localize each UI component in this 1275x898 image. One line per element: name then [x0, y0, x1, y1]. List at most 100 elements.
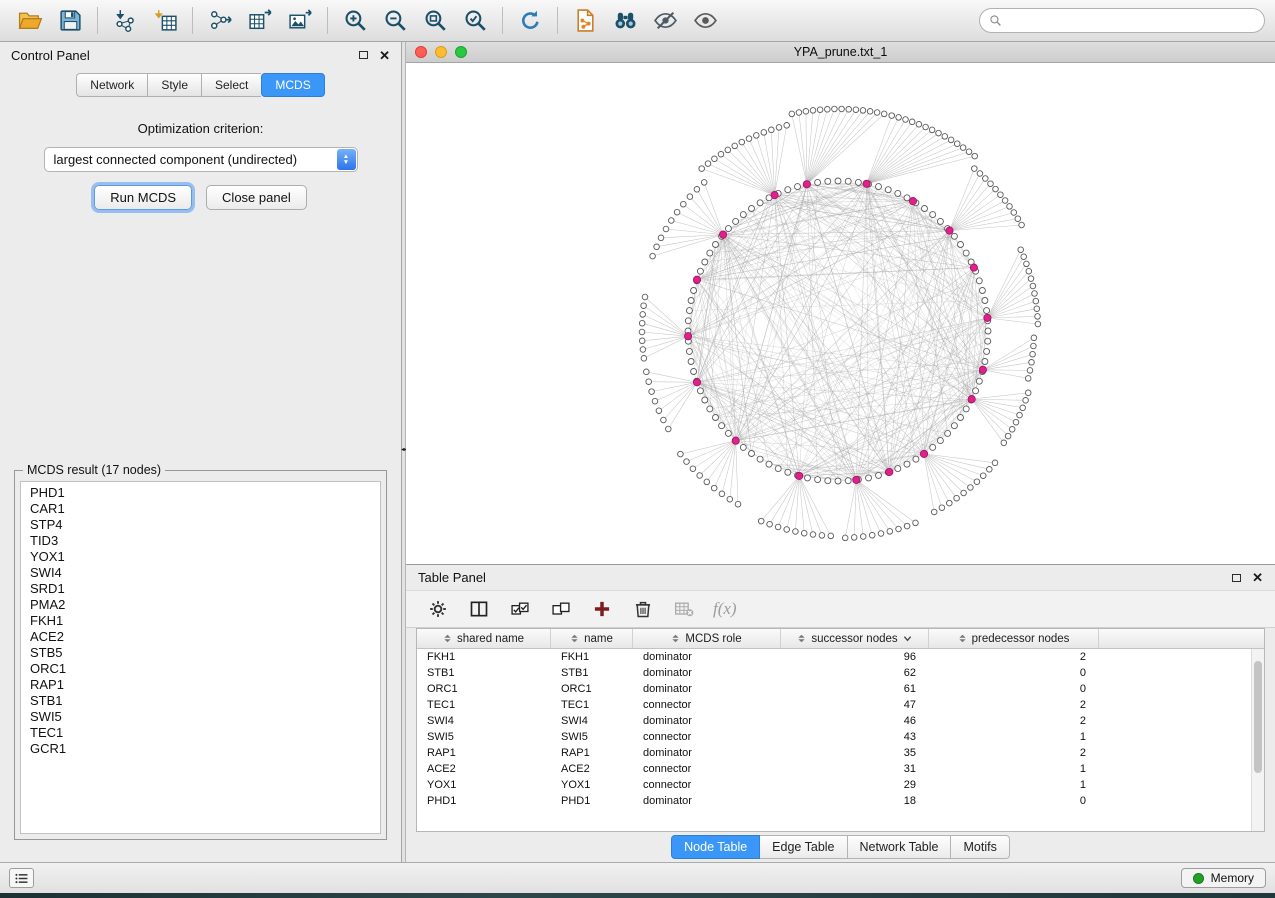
cell-predecessor-nodes: 2 [929, 715, 1099, 727]
export-table-button[interactable] [240, 4, 280, 38]
zoom-selected-button[interactable] [455, 4, 495, 38]
column-header-mcds-role[interactable]: MCDS role [633, 629, 781, 648]
memory-button[interactable]: Memory [1181, 868, 1266, 888]
mcds-result-item[interactable]: TEC1 [30, 725, 380, 741]
network-canvas[interactable] [406, 63, 1275, 564]
toolbar-separator [502, 7, 503, 34]
tab-edge-table[interactable]: Edge Table [760, 835, 847, 859]
table-scrollbar[interactable] [1251, 649, 1264, 831]
mcds-result-item[interactable]: STP4 [30, 517, 380, 533]
tab-network[interactable]: Network [76, 73, 147, 97]
search-box[interactable] [979, 8, 1265, 33]
add-column-icon [592, 599, 612, 619]
cell-shared-name: ORC1 [417, 683, 551, 695]
table-scrollbar-thumb[interactable] [1254, 661, 1262, 773]
mcds-result-item[interactable]: YOX1 [30, 549, 380, 565]
criterion-dropdown[interactable]: largest connected component (undirected)… [44, 147, 358, 172]
column-header-successor-nodes[interactable]: successor nodes [781, 629, 929, 648]
status-menu-button[interactable] [9, 868, 34, 888]
mcds-result-item[interactable]: RAP1 [30, 677, 380, 693]
mcds-result-item[interactable]: STB1 [30, 693, 380, 709]
mcds-result-item[interactable]: STB5 [30, 645, 380, 661]
node-table-row[interactable]: FKH1FKH1dominator962 [417, 649, 1251, 665]
save-button[interactable] [50, 4, 90, 38]
network-graph[interactable] [406, 63, 1274, 564]
network-document-button[interactable] [565, 4, 605, 38]
cell-successor-nodes: 47 [781, 699, 929, 711]
save-icon [58, 8, 83, 33]
node-table-row[interactable]: STB1STB1dominator620 [417, 665, 1251, 681]
column-header-name[interactable]: name [551, 629, 633, 648]
mcds-result-item[interactable]: SRD1 [30, 581, 380, 597]
mcds-result-item[interactable]: SWI5 [30, 709, 380, 725]
node-table-row[interactable]: SWI4SWI4dominator462 [417, 713, 1251, 729]
zoom-window-button[interactable] [455, 46, 467, 58]
tab-motifs[interactable]: Motifs [951, 835, 1009, 859]
function-builder-button[interactable]: f(x) [713, 597, 737, 621]
mcds-result-item[interactable]: CAR1 [30, 501, 380, 517]
cell-name: SWI5 [551, 731, 633, 743]
mcds-result-item[interactable]: PMA2 [30, 597, 380, 613]
node-table-row[interactable]: PHD1PHD1dominator180 [417, 793, 1251, 809]
mcds-result-item[interactable]: SWI4 [30, 565, 380, 581]
tab-mcds[interactable]: MCDS [261, 73, 324, 97]
search-network-button[interactable] [605, 4, 645, 38]
cell-name: YOX1 [551, 779, 633, 791]
zoom-fit-button[interactable] [415, 4, 455, 38]
mcds-result-item[interactable]: GCR1 [30, 741, 380, 757]
import-table-button[interactable] [145, 4, 185, 38]
tab-select[interactable]: Select [201, 73, 261, 97]
mcds-result-item[interactable]: TID3 [30, 533, 380, 549]
node-table-row[interactable]: TEC1TEC1connector472 [417, 697, 1251, 713]
mcds-result-item[interactable]: PHD1 [30, 485, 380, 501]
run-mcds-button[interactable]: Run MCDS [94, 185, 192, 210]
close-panel-button[interactable]: Close panel [206, 185, 307, 210]
float-table-panel-icon[interactable] [1232, 574, 1241, 582]
cell-successor-nodes: 43 [781, 731, 929, 743]
zoom-in-button[interactable] [335, 4, 375, 38]
tab-style[interactable]: Style [147, 73, 201, 97]
column-header-shared-name[interactable]: shared name [417, 629, 551, 648]
network-window-titlebar[interactable]: YPA_prune.txt_1 [406, 42, 1275, 63]
add-column-button[interactable] [590, 597, 614, 621]
delete-table-button[interactable] [672, 597, 696, 621]
node-table-row[interactable]: RAP1RAP1dominator352 [417, 745, 1251, 761]
select-all-button[interactable] [508, 597, 532, 621]
refresh-layout-button[interactable] [510, 4, 550, 38]
cell-mcds-role: dominator [633, 715, 781, 727]
deselect-all-button[interactable] [549, 597, 573, 621]
mcds-result-list[interactable]: PHD1CAR1STP4TID3YOX1SWI4SRD1PMA2FKH1ACE2… [20, 481, 381, 834]
open-folder-button[interactable] [10, 4, 50, 38]
node-table-row[interactable]: ACE2ACE2connector311 [417, 761, 1251, 777]
column-header-predecessor-nodes[interactable]: predecessor nodes [929, 629, 1099, 648]
control-panel-header: Control Panel ✕ [0, 42, 401, 68]
table-toolbar: f(x) [406, 590, 1275, 628]
tab-node-table[interactable]: Node Table [671, 835, 760, 859]
import-network-button[interactable] [105, 4, 145, 38]
sort-icon [671, 634, 680, 643]
node-table-row[interactable]: SWI5SWI5connector431 [417, 729, 1251, 745]
mcds-result-item[interactable]: ORC1 [30, 661, 380, 677]
close-window-button[interactable] [415, 46, 427, 58]
zoom-out-button[interactable] [375, 4, 415, 38]
float-panel-icon[interactable] [359, 51, 368, 59]
hide-elements-button[interactable] [645, 4, 685, 38]
mcds-result-item[interactable]: ACE2 [30, 629, 380, 645]
memory-button-label: Memory [1211, 871, 1254, 885]
node-table-row[interactable]: ORC1ORC1dominator610 [417, 681, 1251, 697]
gear-button[interactable] [426, 597, 450, 621]
mcds-result-item[interactable]: FKH1 [30, 613, 380, 629]
export-network-button[interactable] [200, 4, 240, 38]
show-elements-button[interactable] [685, 4, 725, 38]
tab-network-table[interactable]: Network Table [848, 835, 952, 859]
export-image-button[interactable] [280, 4, 320, 38]
cell-name: TEC1 [551, 699, 633, 711]
close-panel-icon[interactable]: ✕ [379, 49, 390, 62]
columns-button[interactable] [467, 597, 491, 621]
node-table-row[interactable]: YOX1YOX1connector291 [417, 777, 1251, 793]
close-table-panel-icon[interactable]: ✕ [1252, 571, 1263, 584]
search-input[interactable] [1008, 14, 1255, 28]
delete-column-button[interactable] [631, 597, 655, 621]
minimize-window-button[interactable] [435, 46, 447, 58]
memory-status-icon [1193, 873, 1204, 884]
